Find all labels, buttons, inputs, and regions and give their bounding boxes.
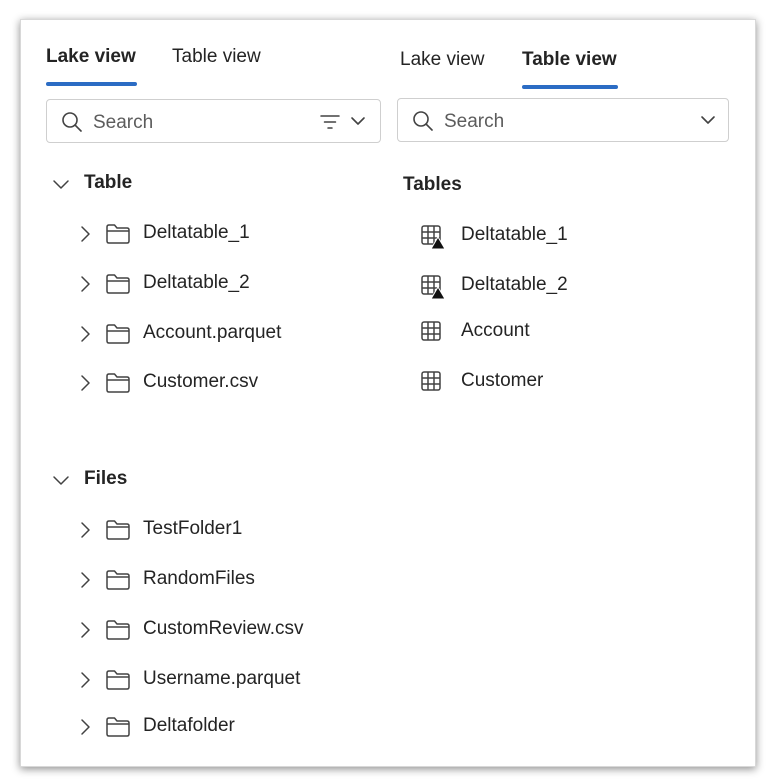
table-icon: [421, 371, 441, 391]
table-list-item[interactable]: Deltatable_1: [397, 221, 729, 251]
chevron-right-icon[interactable]: [79, 571, 91, 589]
delta-table-icon: [421, 225, 446, 250]
table-item-label: Account: [461, 320, 530, 341]
tree-item[interactable]: TestFolder1: [46, 515, 381, 545]
chevron-right-icon[interactable]: [79, 671, 91, 689]
table-item-label: Deltatable_1: [461, 224, 568, 245]
screenshot-frame: Lake view Table view Search Table Deltat…: [20, 19, 756, 767]
folder-icon: [106, 717, 130, 737]
table-list-item[interactable]: Customer: [397, 367, 729, 397]
tab-lake-view[interactable]: Lake view: [46, 46, 136, 68]
tree-item[interactable]: Customer.csv: [46, 368, 381, 398]
chevron-right-icon[interactable]: [79, 325, 91, 343]
folder-icon: [106, 520, 130, 540]
chevron-right-icon[interactable]: [79, 521, 91, 539]
section-header-files[interactable]: Files: [46, 465, 381, 495]
tree-item-label: Customer.csv: [143, 371, 259, 392]
chevron-down-icon[interactable]: [350, 115, 366, 127]
tree-item-label: Account.parquet: [143, 322, 282, 343]
chevron-down-icon: [53, 476, 69, 485]
chevron-right-icon[interactable]: [79, 275, 91, 293]
tree-item[interactable]: Deltafolder: [46, 712, 381, 742]
search-placeholder: Search: [444, 111, 505, 132]
search-icon: [62, 112, 82, 132]
search-box[interactable]: Search: [397, 98, 729, 142]
chevron-down-icon[interactable]: [700, 114, 716, 126]
table-list-item[interactable]: Deltatable_2: [397, 271, 729, 301]
tree-item[interactable]: Username.parquet: [46, 665, 381, 695]
search-placeholder: Search: [93, 112, 154, 133]
folder-icon: [106, 373, 130, 393]
chevron-right-icon[interactable]: [79, 374, 91, 392]
folder-icon: [106, 274, 130, 294]
tab-lake-view[interactable]: Lake view: [400, 49, 485, 71]
tab-table-view[interactable]: Table view: [522, 49, 617, 71]
folder-icon: [106, 324, 130, 344]
chevron-down-icon: [53, 180, 69, 189]
lake-panel-tabs: Lake view Table view: [46, 20, 381, 86]
search-icon: [413, 111, 433, 131]
table-item-label: Customer: [461, 370, 544, 391]
delta-table-icon: [421, 275, 446, 300]
tree-item-label: TestFolder1: [143, 518, 243, 539]
tree-item-label: RandomFiles: [143, 568, 255, 589]
section-title: Tables: [403, 174, 462, 195]
tree-item-label: Deltatable_2: [143, 272, 250, 293]
table-icon: [421, 321, 441, 341]
tree-item-label: Deltatable_1: [143, 222, 250, 243]
table-panel-tabs: Lake view Table view: [397, 20, 729, 89]
tree-item-label: Deltafolder: [143, 715, 235, 736]
tree-item-label: Username.parquet: [143, 668, 301, 689]
section-header-tables: Tables: [403, 171, 723, 201]
table-item-label: Deltatable_2: [461, 274, 568, 295]
active-tab-indicator: [522, 85, 618, 89]
chevron-right-icon[interactable]: [79, 621, 91, 639]
tab-table-view[interactable]: Table view: [172, 46, 261, 68]
folder-icon: [106, 620, 130, 640]
filter-icon[interactable]: [320, 113, 340, 131]
chevron-right-icon[interactable]: [79, 225, 91, 243]
active-tab-indicator: [46, 82, 137, 86]
table-list-item[interactable]: Account: [397, 317, 729, 347]
tree-item[interactable]: CustomReview.csv: [46, 615, 381, 645]
tree-item[interactable]: RandomFiles: [46, 565, 381, 595]
tree-item[interactable]: Deltatable_2: [46, 269, 381, 299]
search-box[interactable]: Search: [46, 99, 381, 143]
tree-item-label: CustomReview.csv: [143, 618, 304, 639]
section-title: Files: [84, 468, 128, 489]
folder-icon: [106, 224, 130, 244]
folder-icon: [106, 670, 130, 690]
section-header-table[interactable]: Table: [46, 169, 381, 199]
chevron-right-icon[interactable]: [79, 718, 91, 736]
folder-icon: [106, 570, 130, 590]
tree-item[interactable]: Deltatable_1: [46, 219, 381, 249]
section-title: Table: [84, 172, 133, 193]
tree-item[interactable]: Account.parquet: [46, 319, 381, 349]
